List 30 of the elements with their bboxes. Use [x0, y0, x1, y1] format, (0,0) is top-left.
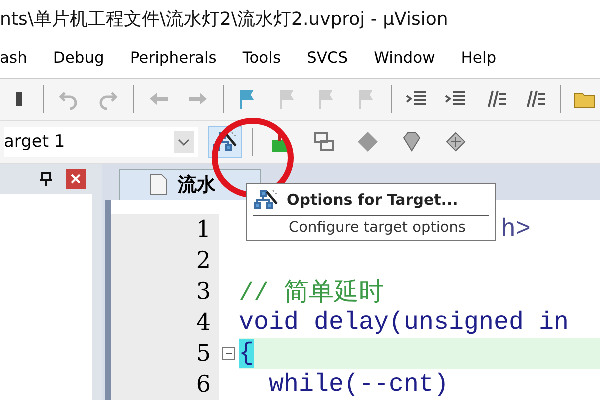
document-icon	[150, 174, 168, 196]
menu-item[interactable]: SVCS	[307, 48, 348, 67]
tooltip-description: Configure target options	[288, 220, 467, 236]
close-button[interactable]	[66, 169, 86, 189]
line-number: 2	[111, 245, 219, 276]
close-icon	[71, 174, 81, 184]
fold-toggle-icon[interactable]	[222, 346, 236, 360]
menu-item[interactable]: Debug	[53, 48, 104, 67]
wand-icon	[253, 188, 279, 212]
menu-item[interactable]: Tools	[242, 48, 282, 67]
line-number: 4	[111, 307, 219, 338]
code-line: void delay(unsigned in	[239, 308, 570, 337]
caret-icon	[174, 131, 194, 154]
menu-item[interactable]: Peripherals	[130, 48, 217, 67]
menu-item[interactable]: Help	[461, 48, 497, 67]
diamond-icon	[356, 130, 380, 154]
menu-item[interactable]: Window	[374, 48, 436, 67]
target-dropdown[interactable]: arget 1	[4, 127, 198, 158]
code-line: h>	[501, 215, 532, 244]
menu-item[interactable]: ash	[0, 48, 28, 67]
code-comment: // 简单延时	[239, 278, 384, 308]
pin-icon[interactable]	[40, 172, 52, 186]
stack-icon	[444, 130, 468, 154]
code-line: while(--cnt)	[268, 370, 450, 399]
line-number: 5	[111, 338, 219, 369]
line-number: 1	[111, 214, 219, 245]
line-number: 3	[111, 276, 219, 307]
line-number: 6	[111, 369, 219, 400]
window-title: nts\单片机工程文件\流水灯2\流水灯2.uvproj - µVision	[0, 0, 600, 38]
tooltip-title: Options for Target...	[287, 191, 458, 209]
